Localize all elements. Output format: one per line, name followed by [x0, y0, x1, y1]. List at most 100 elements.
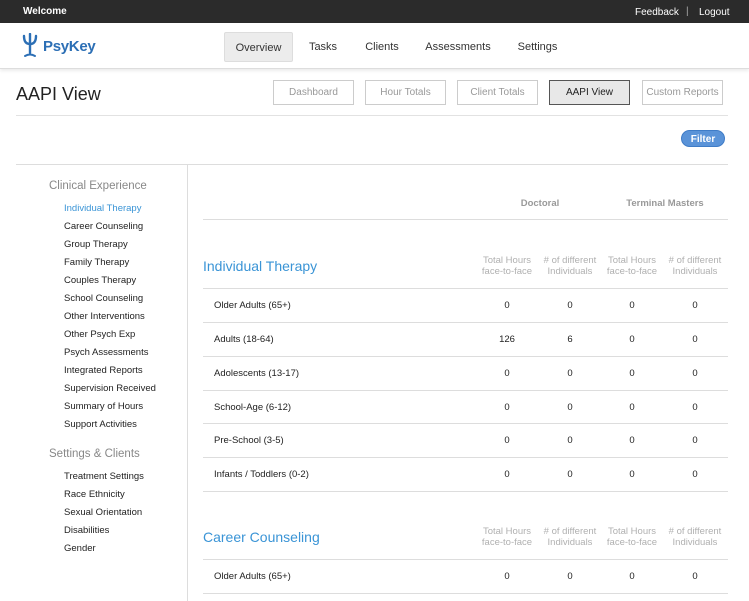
column-header-individuals: # of different Individuals [668, 526, 722, 548]
row-divider [203, 288, 728, 289]
sidebar-item-individual-therapy[interactable]: Individual Therapy [64, 203, 141, 214]
filter-button[interactable]: Filter [681, 130, 725, 147]
row-label: Adolescents (13-17) [214, 368, 300, 379]
table-cell: 0 [692, 469, 698, 480]
table-cell: 0 [629, 334, 635, 345]
table-cell: 0 [567, 571, 573, 582]
sidebar-item-couples-therapy[interactable]: Couples Therapy [64, 275, 136, 286]
table-cell: 0 [504, 571, 510, 582]
sidebar-item-treatment-settings[interactable]: Treatment Settings [64, 471, 144, 482]
table-cell: 0 [629, 435, 635, 446]
column-header-individuals: # of different Individuals [543, 255, 597, 277]
row-label: Adults (18-64) [214, 334, 274, 345]
sidebar-item-group-therapy[interactable]: Group Therapy [64, 239, 128, 250]
sidebar-item-psych-assessments[interactable]: Psych Assessments [64, 347, 148, 358]
table-cell: 126 [499, 334, 515, 345]
table-cell: 0 [629, 469, 635, 480]
sidebar-item-sexual-orientation[interactable]: Sexual Orientation [64, 507, 142, 518]
table-cell: 0 [567, 469, 573, 480]
welcome-text: Welcome [23, 6, 67, 17]
row-label: School-Age (6-12) [214, 402, 292, 413]
sidebar-item-disabilities[interactable]: Disabilities [64, 525, 109, 536]
sidebar: Clinical Experience Individual Therapy C… [16, 165, 188, 601]
column-header-total-hours: Total Hours face-to-face [481, 526, 533, 548]
row-label: Older Adults (65+) [214, 300, 291, 311]
row-divider [203, 356, 728, 357]
table-cell: 0 [504, 300, 510, 311]
table-cell: 0 [692, 300, 698, 311]
row-divider [203, 423, 728, 424]
sidebar-item-career-counseling[interactable]: Career Counseling [64, 221, 143, 232]
table-cell: 0 [692, 402, 698, 413]
feedback-link[interactable]: Feedback [635, 7, 679, 18]
table-cell: 0 [567, 402, 573, 413]
column-header-total-hours: Total Hours face-to-face [481, 255, 533, 277]
group-header-divider [203, 219, 728, 220]
table-cell: 0 [567, 435, 573, 446]
dashboard-button[interactable]: Dashboard [273, 80, 354, 105]
table-cell: 0 [692, 334, 698, 345]
table-cell: 6 [567, 334, 573, 345]
doctoral-group-header: Doctoral [520, 198, 560, 209]
table-cell: 0 [567, 368, 573, 379]
column-header-total-hours: Total Hours face-to-face [606, 526, 658, 548]
row-divider [203, 559, 728, 560]
row-divider [203, 322, 728, 323]
column-header-individuals: # of different Individuals [668, 255, 722, 277]
logo[interactable]: PsyKey [22, 32, 96, 60]
table-cell: 0 [629, 368, 635, 379]
sidebar-item-support-activities[interactable]: Support Activities [64, 419, 137, 430]
table-cell: 0 [504, 469, 510, 480]
row-divider [203, 491, 728, 492]
section-title-career-counseling: Career Counseling [203, 529, 320, 545]
top-bar: Welcome Feedback | Logout [0, 0, 749, 23]
table-cell: 0 [567, 300, 573, 311]
nav-tab-clients[interactable]: Clients [358, 32, 406, 62]
title-divider [16, 115, 728, 116]
table-cell: 0 [629, 571, 635, 582]
column-header-total-hours: Total Hours face-to-face [606, 255, 658, 277]
sidebar-item-family-therapy[interactable]: Family Therapy [64, 257, 129, 268]
table-cell: 0 [629, 300, 635, 311]
row-label: Infants / Toddlers (0-2) [214, 469, 309, 480]
terminal-masters-group-header: Terminal Masters [626, 198, 704, 209]
sidebar-item-other-psych-exp[interactable]: Other Psych Exp [64, 329, 135, 340]
sidebar-item-race-ethnicity[interactable]: Race Ethnicity [64, 489, 125, 500]
topbar-separator: | [686, 6, 689, 17]
nav-tab-tasks[interactable]: Tasks [300, 32, 346, 62]
aapi-view-button[interactable]: AAPI View [549, 80, 630, 105]
section-title-individual-therapy: Individual Therapy [203, 258, 318, 274]
main-navbar: PsyKey Overview Tasks Clients Assessment… [0, 23, 749, 69]
nav-tab-settings[interactable]: Settings [510, 32, 565, 62]
sidebar-item-school-counseling[interactable]: School Counseling [64, 293, 143, 304]
clinical-experience-heading: Clinical Experience [49, 180, 147, 192]
logo-text: PsyKey [43, 37, 96, 55]
nav-tab-overview[interactable]: Overview [224, 32, 293, 62]
row-label: Pre-School (3-5) [214, 435, 284, 446]
sidebar-item-other-interventions[interactable]: Other Interventions [64, 311, 145, 322]
table-cell: 0 [692, 435, 698, 446]
custom-reports-button[interactable]: Custom Reports [642, 80, 723, 105]
logout-link[interactable]: Logout [699, 7, 730, 18]
column-header-individuals: # of different Individuals [543, 526, 597, 548]
table-cell: 0 [629, 402, 635, 413]
table-cell: 0 [504, 368, 510, 379]
row-label: Older Adults (65+) [214, 571, 291, 582]
sidebar-item-integrated-reports[interactable]: Integrated Reports [64, 365, 143, 376]
table-cell: 0 [692, 571, 698, 582]
psi-logo-icon [22, 33, 38, 57]
nav-tab-assessments[interactable]: Assessments [420, 32, 496, 62]
table-cell: 0 [504, 402, 510, 413]
row-divider [203, 593, 728, 594]
settings-clients-heading: Settings & Clients [49, 448, 140, 460]
table-cell: 0 [692, 368, 698, 379]
table-cell: 0 [504, 435, 510, 446]
client-totals-button[interactable]: Client Totals [457, 80, 538, 105]
row-divider [203, 390, 728, 391]
hour-totals-button[interactable]: Hour Totals [365, 80, 446, 105]
sidebar-item-supervision-received[interactable]: Supervision Received [64, 383, 156, 394]
sidebar-item-summary-of-hours[interactable]: Summary of Hours [64, 401, 143, 412]
sidebar-item-gender[interactable]: Gender [64, 543, 96, 554]
page-title: AAPI View [16, 84, 101, 104]
row-divider [203, 457, 728, 458]
